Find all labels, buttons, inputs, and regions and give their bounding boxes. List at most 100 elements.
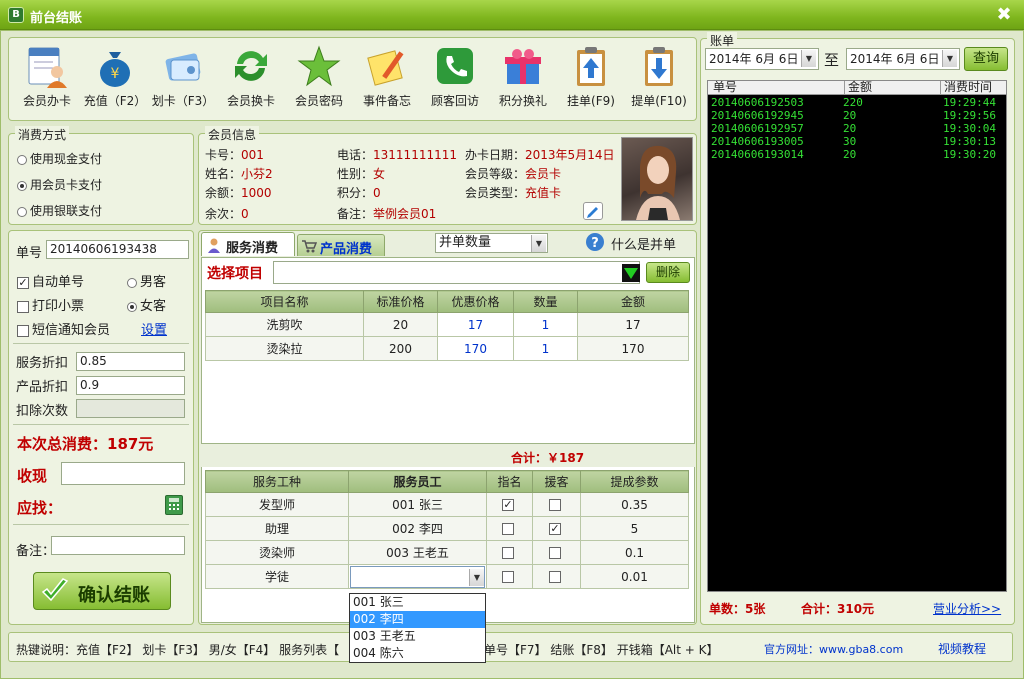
pay-cash-option[interactable]: 使用现金支付	[17, 150, 102, 167]
toolbar-member-card-button[interactable]: 会员办卡	[13, 44, 81, 109]
svg-text:¥: ¥	[111, 66, 120, 82]
chevron-down-icon[interactable]: ▼	[801, 50, 816, 67]
toolbar-label: 划卡（F3）	[151, 94, 215, 108]
male-radio[interactable]: 男客	[127, 271, 166, 290]
table-row[interactable]: 学徒 ▼ 0.01	[205, 564, 689, 589]
named-checkbox[interactable]	[502, 571, 514, 583]
table-row[interactable]: 发型师 001 张三 ✓ 0.35	[205, 492, 689, 517]
toolbar-gift-button[interactable]: 积分换礼	[489, 44, 557, 109]
assist-checkbox[interactable]	[549, 547, 561, 559]
confirm-checkout-button[interactable]: 确认结账	[33, 572, 171, 610]
deduct-times-input[interactable]	[76, 399, 185, 418]
merge-help-link[interactable]: 什么是并单	[611, 234, 676, 253]
commission-cell[interactable]: 0.1	[580, 540, 689, 565]
female-radio[interactable]: 女客	[127, 295, 166, 314]
staff-cell[interactable]: 003 王老五	[348, 540, 487, 565]
bill-amount: 20	[843, 148, 857, 161]
product-discount-input[interactable]: 0.9	[76, 376, 185, 395]
toolbar-memo-button[interactable]: 事件备忘	[353, 44, 421, 109]
open-date-label: 办卡日期：	[465, 148, 526, 162]
staff-cell[interactable]: 002 李四	[348, 516, 487, 541]
official-site-link[interactable]: 官方网址：www.gba8.com	[764, 641, 903, 657]
quantity-cell[interactable]: 1	[513, 336, 578, 361]
bill-sum: 合计：310元	[801, 602, 875, 616]
toolbar-pick-order-button[interactable]: 提单(F10)	[625, 44, 693, 109]
tab-product[interactable]: 产品消费	[297, 234, 385, 257]
option-label: 使用现金支付	[30, 152, 103, 166]
staff-cell[interactable]: 001 张三	[348, 492, 487, 517]
received-cash-input[interactable]	[61, 462, 185, 485]
remark-input[interactable]	[51, 536, 185, 555]
bill-row[interactable]: 20140606192945 20 19:29:56	[708, 110, 1006, 122]
toolbar-label: 挂单(F9)	[567, 94, 615, 108]
column-header: 优惠价格	[437, 290, 514, 313]
amount-cell: 170	[577, 336, 689, 361]
select-item-input[interactable]	[273, 261, 640, 284]
dropdown-option[interactable]: 001 张三	[350, 594, 485, 611]
named-checkbox[interactable]	[502, 523, 514, 535]
member-legend: 会员信息	[205, 126, 260, 143]
column-header: 援客	[532, 470, 581, 493]
delete-item-button[interactable]: 删除	[646, 262, 690, 283]
chevron-down-icon[interactable]: ▼	[531, 235, 546, 252]
chevron-down-icon[interactable]: ▼	[469, 568, 484, 586]
dropdown-option-highlighted[interactable]: 002 李四	[350, 611, 485, 628]
toolbar-revisit-button[interactable]: 顾客回访	[421, 44, 489, 109]
discount-price-cell[interactable]: 17	[437, 312, 514, 337]
assist-checkbox[interactable]	[549, 499, 561, 511]
quantity-cell[interactable]: 1	[513, 312, 578, 337]
commission-cell[interactable]: 5	[580, 516, 689, 541]
order-no-input[interactable]: 20140606193438	[46, 240, 189, 259]
help-icon[interactable]: ?	[585, 232, 605, 252]
query-button[interactable]: 查询	[964, 47, 1008, 71]
close-button[interactable]: ✖	[994, 5, 1014, 25]
auto-order-no-checkbox[interactable]: ✓ 自动单号	[17, 271, 84, 290]
column-header: 指名	[486, 470, 533, 493]
sms-notify-checkbox[interactable]: 短信通知会员	[17, 319, 110, 338]
business-analysis-link[interactable]: 营业分析>>	[933, 600, 1001, 617]
calculator-button[interactable]	[165, 495, 183, 515]
tab-service[interactable]: 服务消费	[201, 232, 295, 256]
settings-link[interactable]: 设置	[141, 319, 167, 338]
total-bar	[201, 443, 695, 467]
bill-row[interactable]: 20140606192503 220 19:29:44	[708, 97, 1006, 109]
discount-price-cell[interactable]: 170	[437, 336, 514, 361]
table-row[interactable]: 助理 002 李四 ✓ 5	[205, 516, 689, 541]
cart-icon	[302, 240, 317, 253]
radio-checked-icon	[17, 180, 27, 191]
assist-checkbox[interactable]	[549, 571, 561, 583]
window-title: 前台结账	[30, 11, 83, 26]
pay-member-card-option[interactable]: 用会员卡支付	[17, 176, 102, 193]
bill-row[interactable]: 20140606192957 20 19:30:04	[708, 123, 1006, 135]
checkbox-label: 打印小票	[32, 299, 85, 314]
table-row[interactable]: 烫染拉 200 170 1 170	[205, 336, 689, 361]
pay-unionpay-option[interactable]: 使用银联支付	[17, 202, 102, 219]
deduct-times-label: 扣除次数	[16, 404, 69, 419]
bill-row[interactable]: 20140606193005 30 19:30:13	[708, 136, 1006, 148]
amount-cell: 17	[577, 312, 689, 337]
select-item-dropdown[interactable]	[622, 264, 640, 282]
toolbar-hold-order-button[interactable]: 挂单(F9)	[557, 44, 625, 109]
hotkey-help-left: 热键说明：充值【F2】 划卡【F3】 男/女【F4】 服务列表【	[16, 643, 340, 657]
table-row[interactable]: 烫染师 003 王老五 0.1	[205, 540, 689, 565]
edit-member-button[interactable]	[583, 202, 603, 220]
dropdown-option[interactable]: 003 王老五	[350, 628, 485, 645]
dropdown-option[interactable]: 004 陈六	[350, 645, 485, 662]
commission-cell[interactable]: 0.35	[580, 492, 689, 517]
commission-cell[interactable]: 0.01	[580, 564, 689, 589]
toolbar-recharge-button[interactable]: ¥ 充值（F2）	[81, 44, 149, 109]
named-checkbox-checked[interactable]: ✓	[502, 499, 514, 511]
chevron-down-icon[interactable]: ▼	[942, 50, 957, 67]
staff-select[interactable]: ▼	[350, 565, 485, 588]
bill-row[interactable]: 20140606193014 20 19:30:20	[708, 149, 1006, 161]
toolbar-swipe-card-button[interactable]: 划卡（F3）	[149, 44, 217, 109]
named-checkbox[interactable]	[502, 547, 514, 559]
assist-checkbox-checked[interactable]: ✓	[549, 523, 561, 535]
svg-text:?: ?	[591, 236, 599, 251]
table-row[interactable]: 洗剪吹 20 17 1 17	[205, 312, 689, 337]
service-discount-input[interactable]: 0.85	[76, 352, 185, 371]
print-receipt-checkbox[interactable]: 打印小票	[17, 295, 84, 314]
toolbar-password-button[interactable]: 会员密码	[285, 44, 353, 109]
toolbar-change-card-button[interactable]: 会员换卡	[217, 44, 285, 109]
video-tutorial-link[interactable]: 视频教程	[938, 640, 986, 657]
